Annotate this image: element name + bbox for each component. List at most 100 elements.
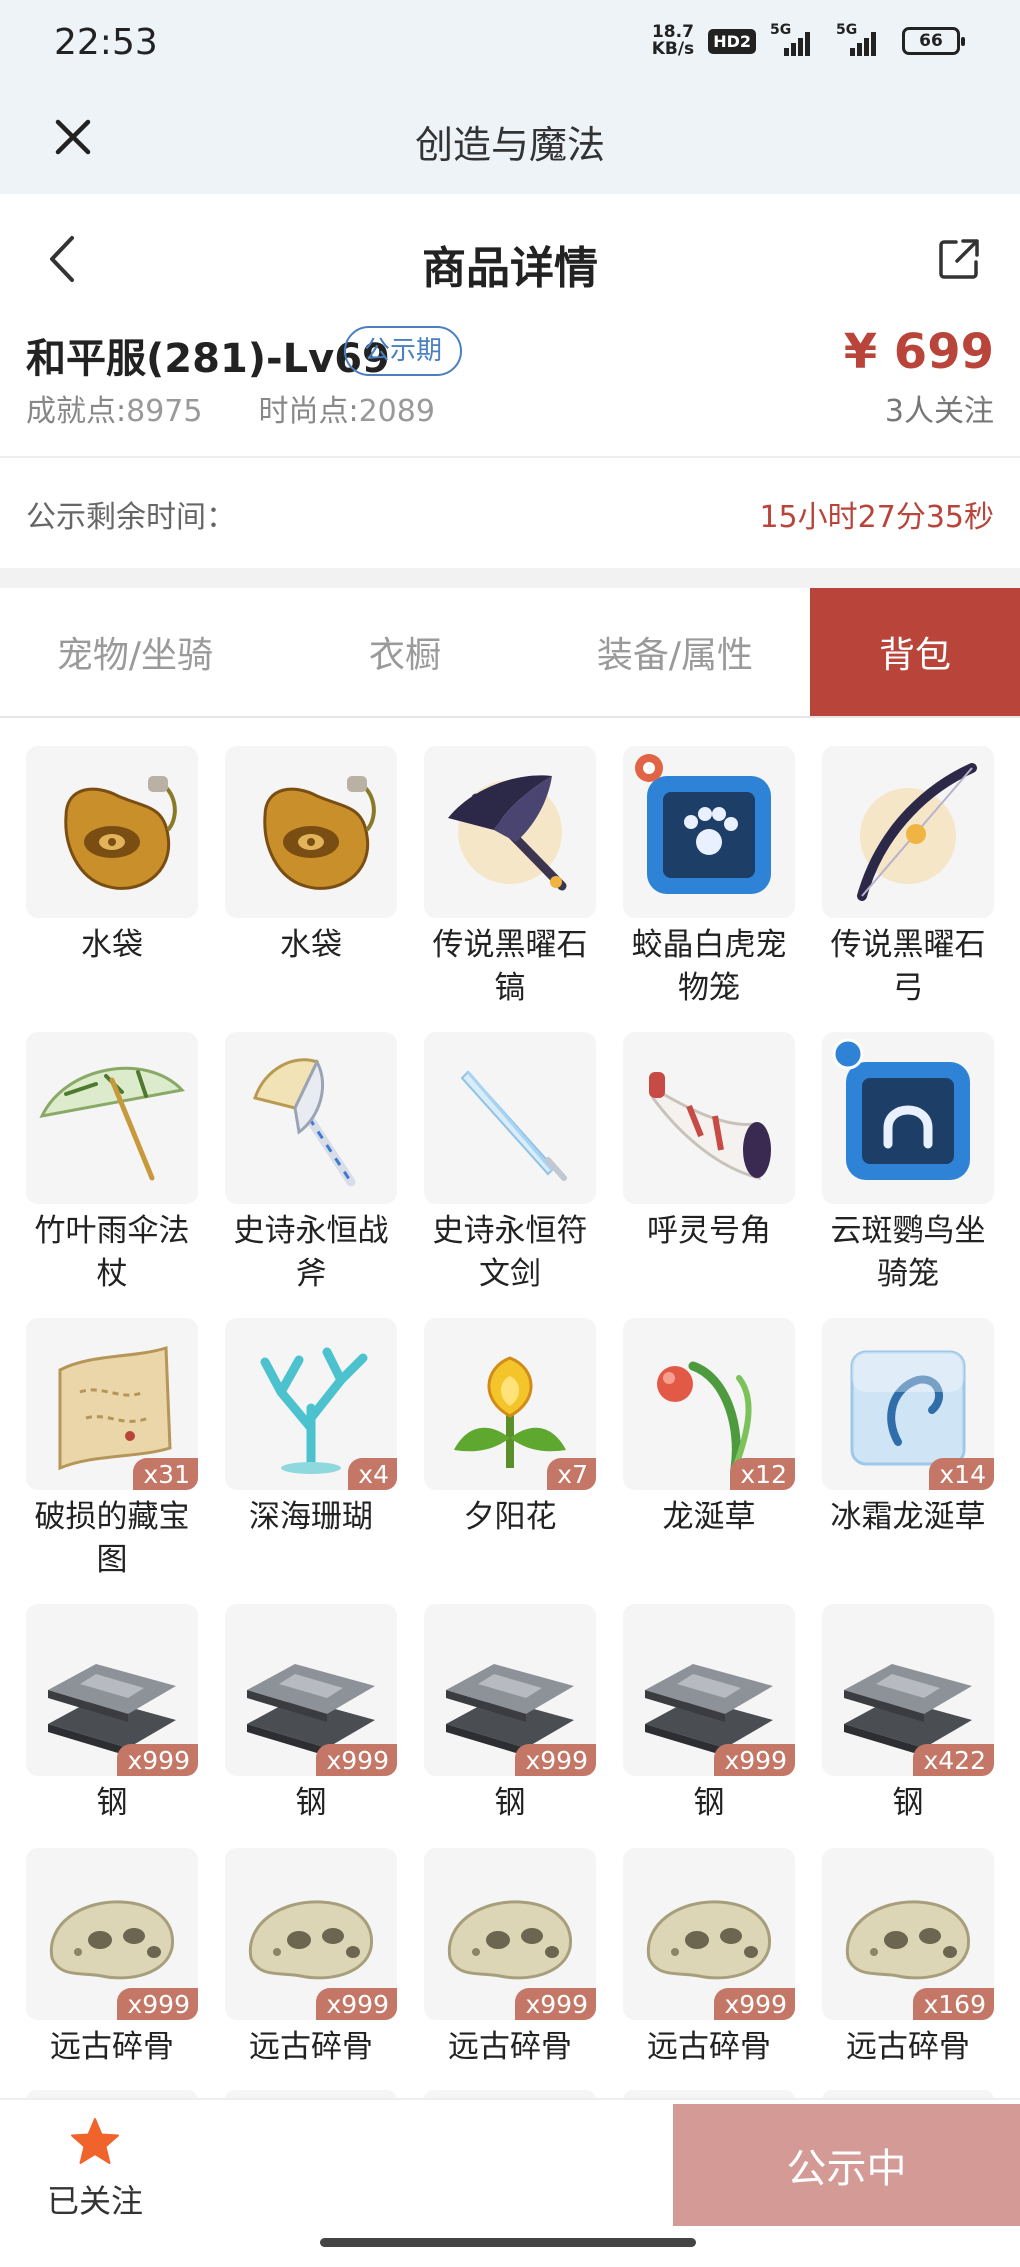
inventory-item[interactable]: x999 钢 <box>225 1604 397 1848</box>
section-divider <box>0 568 1020 588</box>
inventory-item[interactable]: x999 远古碎骨 <box>424 1848 596 2086</box>
page-title: 商品详情 <box>422 243 598 294</box>
item-name: 远古碎骨 <box>50 2029 174 2065</box>
rune-sword-icon <box>460 1070 567 1181</box>
item-name: 蛟晶白虎宠物笼 <box>631 927 787 1006</box>
tab-pets-mounts[interactable]: 宠物/坐骑 <box>0 588 270 716</box>
item-quantity-badge: x169 <box>913 1988 994 2020</box>
item-tile <box>225 1032 397 1204</box>
inventory-item[interactable]: x999 钢 <box>623 1604 795 1848</box>
achievement-points: 成就点:8975 <box>26 394 203 429</box>
inventory-item[interactable]: 云斑鹦鸟坐骑笼 <box>822 1032 994 1318</box>
item-tile: x999 <box>424 1848 596 2020</box>
obsidian-pickaxe-icon <box>448 775 567 891</box>
inventory-item[interactable]: x999 钢 <box>424 1604 596 1848</box>
remaining-time-value: 15小时27分35秒 <box>759 500 994 535</box>
status-badge: 公示期 <box>344 326 463 376</box>
item-tile <box>225 746 397 918</box>
follow-button[interactable]: 已关注 <box>40 2116 150 2226</box>
item-tile: x999 <box>26 1848 198 2020</box>
inventory-item[interactable]: x999 远古碎骨 <box>623 1848 795 2086</box>
item-name: 水袋 <box>280 927 342 963</box>
item-name: 云斑鹦鸟坐骑笼 <box>830 1213 986 1292</box>
item-tile <box>822 1032 994 1204</box>
item-name: 破损的藏宝图 <box>34 1499 190 1578</box>
item-tile: x999 <box>225 1604 397 1776</box>
item-quantity-badge: x999 <box>316 1744 397 1776</box>
item-name: 远古碎骨 <box>249 2029 373 2065</box>
item-name: 冰霜龙涎草 <box>830 1499 986 1535</box>
water-bag-icon <box>64 776 177 890</box>
horn-icon <box>649 1072 771 1180</box>
item-name: 夕阳花 <box>463 1499 557 1535</box>
item-quantity-badge: x999 <box>316 1988 397 2020</box>
inventory-item[interactable]: x12 龙涎草 <box>623 1318 795 1604</box>
inventory-item[interactable]: 传说黑曜石弓 <box>822 746 994 1032</box>
inventory-item[interactable]: x14 冰霜龙涎草 <box>822 1318 994 1604</box>
account-summary: 和平服(281)-Lv69 公示期 成就点:8975 时尚点:2089 ¥ 69… <box>0 320 1020 458</box>
tab-backpack[interactable]: 背包 <box>810 588 1020 716</box>
item-quantity-badge: x31 <box>133 1458 198 1490</box>
item-name: 传说黑曜石镐 <box>432 927 588 1006</box>
inventory-item[interactable]: x999 钢 <box>26 1604 198 1848</box>
item-tile: x999 <box>225 1848 397 2020</box>
item-quantity-badge: x999 <box>515 1988 596 2020</box>
home-indicator <box>320 2238 696 2247</box>
page-header: 商品详情 <box>0 194 1020 320</box>
inventory-item[interactable]: 竹叶雨伞法杖 <box>26 1032 198 1318</box>
item-quantity-badge: x422 <box>913 1744 994 1776</box>
signal-icon: 5G <box>770 22 822 56</box>
item-tile <box>424 746 596 918</box>
item-tile: x999 <box>26 1604 198 1776</box>
item-name: 传说黑曜石弓 <box>830 927 986 1006</box>
inventory-item[interactable]: 史诗永恒符文剑 <box>424 1032 596 1318</box>
price: ¥ 699 <box>843 324 994 380</box>
item-name: 史诗永恒符文剑 <box>432 1213 588 1292</box>
item-tile <box>424 1032 596 1204</box>
bamboo-umbrella-icon <box>39 1066 185 1181</box>
inventory-item[interactable]: x999 远古碎骨 <box>225 1848 397 2086</box>
item-tile: x999 <box>623 1604 795 1776</box>
tab-wardrobe[interactable]: 衣橱 <box>270 588 540 716</box>
item-quantity-badge: x999 <box>714 1988 795 2020</box>
inventory-item[interactable]: 史诗永恒战斧 <box>225 1032 397 1318</box>
item-tile <box>822 746 994 918</box>
status-bar: 22:53 18.7 KB/s HD2 5G 5G 66 <box>0 0 1020 88</box>
inventory-item[interactable]: x31 破损的藏宝图 <box>26 1318 198 1604</box>
account-name: 和平服(281)-Lv69 <box>26 336 390 382</box>
item-quantity-badge: x999 <box>515 1744 596 1776</box>
remaining-time-label: 公示剩余时间： <box>26 500 236 535</box>
tab-equipment[interactable]: 装备/属性 <box>540 588 810 716</box>
inventory-item[interactable]: x7 夕阳花 <box>424 1318 596 1604</box>
inventory-item[interactable]: 水袋 <box>26 746 198 1032</box>
inventory-item[interactable]: 呼灵号角 <box>623 1032 795 1318</box>
status-icons: 18.7 KB/s HD2 5G 5G 66 <box>651 22 965 59</box>
item-name: 史诗永恒战斧 <box>233 1213 389 1292</box>
network-speed: 18.7 KB/s <box>651 22 695 59</box>
signal-icon: 5G <box>836 22 888 56</box>
inventory-item[interactable]: 传说黑曜石镐 <box>424 746 596 1032</box>
item-tile: x7 <box>424 1318 596 1490</box>
share-button[interactable] <box>936 236 982 282</box>
item-quantity-badge: x14 <box>929 1458 994 1490</box>
item-quantity-badge: x4 <box>348 1458 397 1490</box>
item-tile: x4 <box>225 1318 397 1490</box>
item-quantity-badge: x999 <box>117 1988 198 2020</box>
item-name: 竹叶雨伞法杖 <box>34 1213 190 1292</box>
hd-icon: HD2 <box>708 28 756 54</box>
share-icon <box>939 239 979 279</box>
inventory-item[interactable]: x169 远古碎骨 <box>822 1848 994 2086</box>
item-name: 龙涎草 <box>662 1499 756 1535</box>
inventory-item[interactable]: x422 钢 <box>822 1604 994 1848</box>
inventory-item[interactable]: x999 远古碎骨 <box>26 1848 198 2086</box>
inventory-item[interactable]: 蛟晶白虎宠物笼 <box>623 746 795 1032</box>
mount-cage-icon <box>832 1038 970 1180</box>
detail-tabs: 宠物/坐骑 衣橱 装备/属性 背包 <box>0 588 1020 718</box>
item-tile: x422 <box>822 1604 994 1776</box>
item-name: 远古碎骨 <box>448 2029 572 2065</box>
inventory-item[interactable]: x4 深海珊瑚 <box>225 1318 397 1604</box>
water-bag-icon <box>263 776 376 890</box>
obsidian-bow-icon <box>857 763 977 901</box>
publicity-status-button[interactable]: 公示中 <box>673 2104 1020 2226</box>
inventory-item[interactable]: 水袋 <box>225 746 397 1032</box>
